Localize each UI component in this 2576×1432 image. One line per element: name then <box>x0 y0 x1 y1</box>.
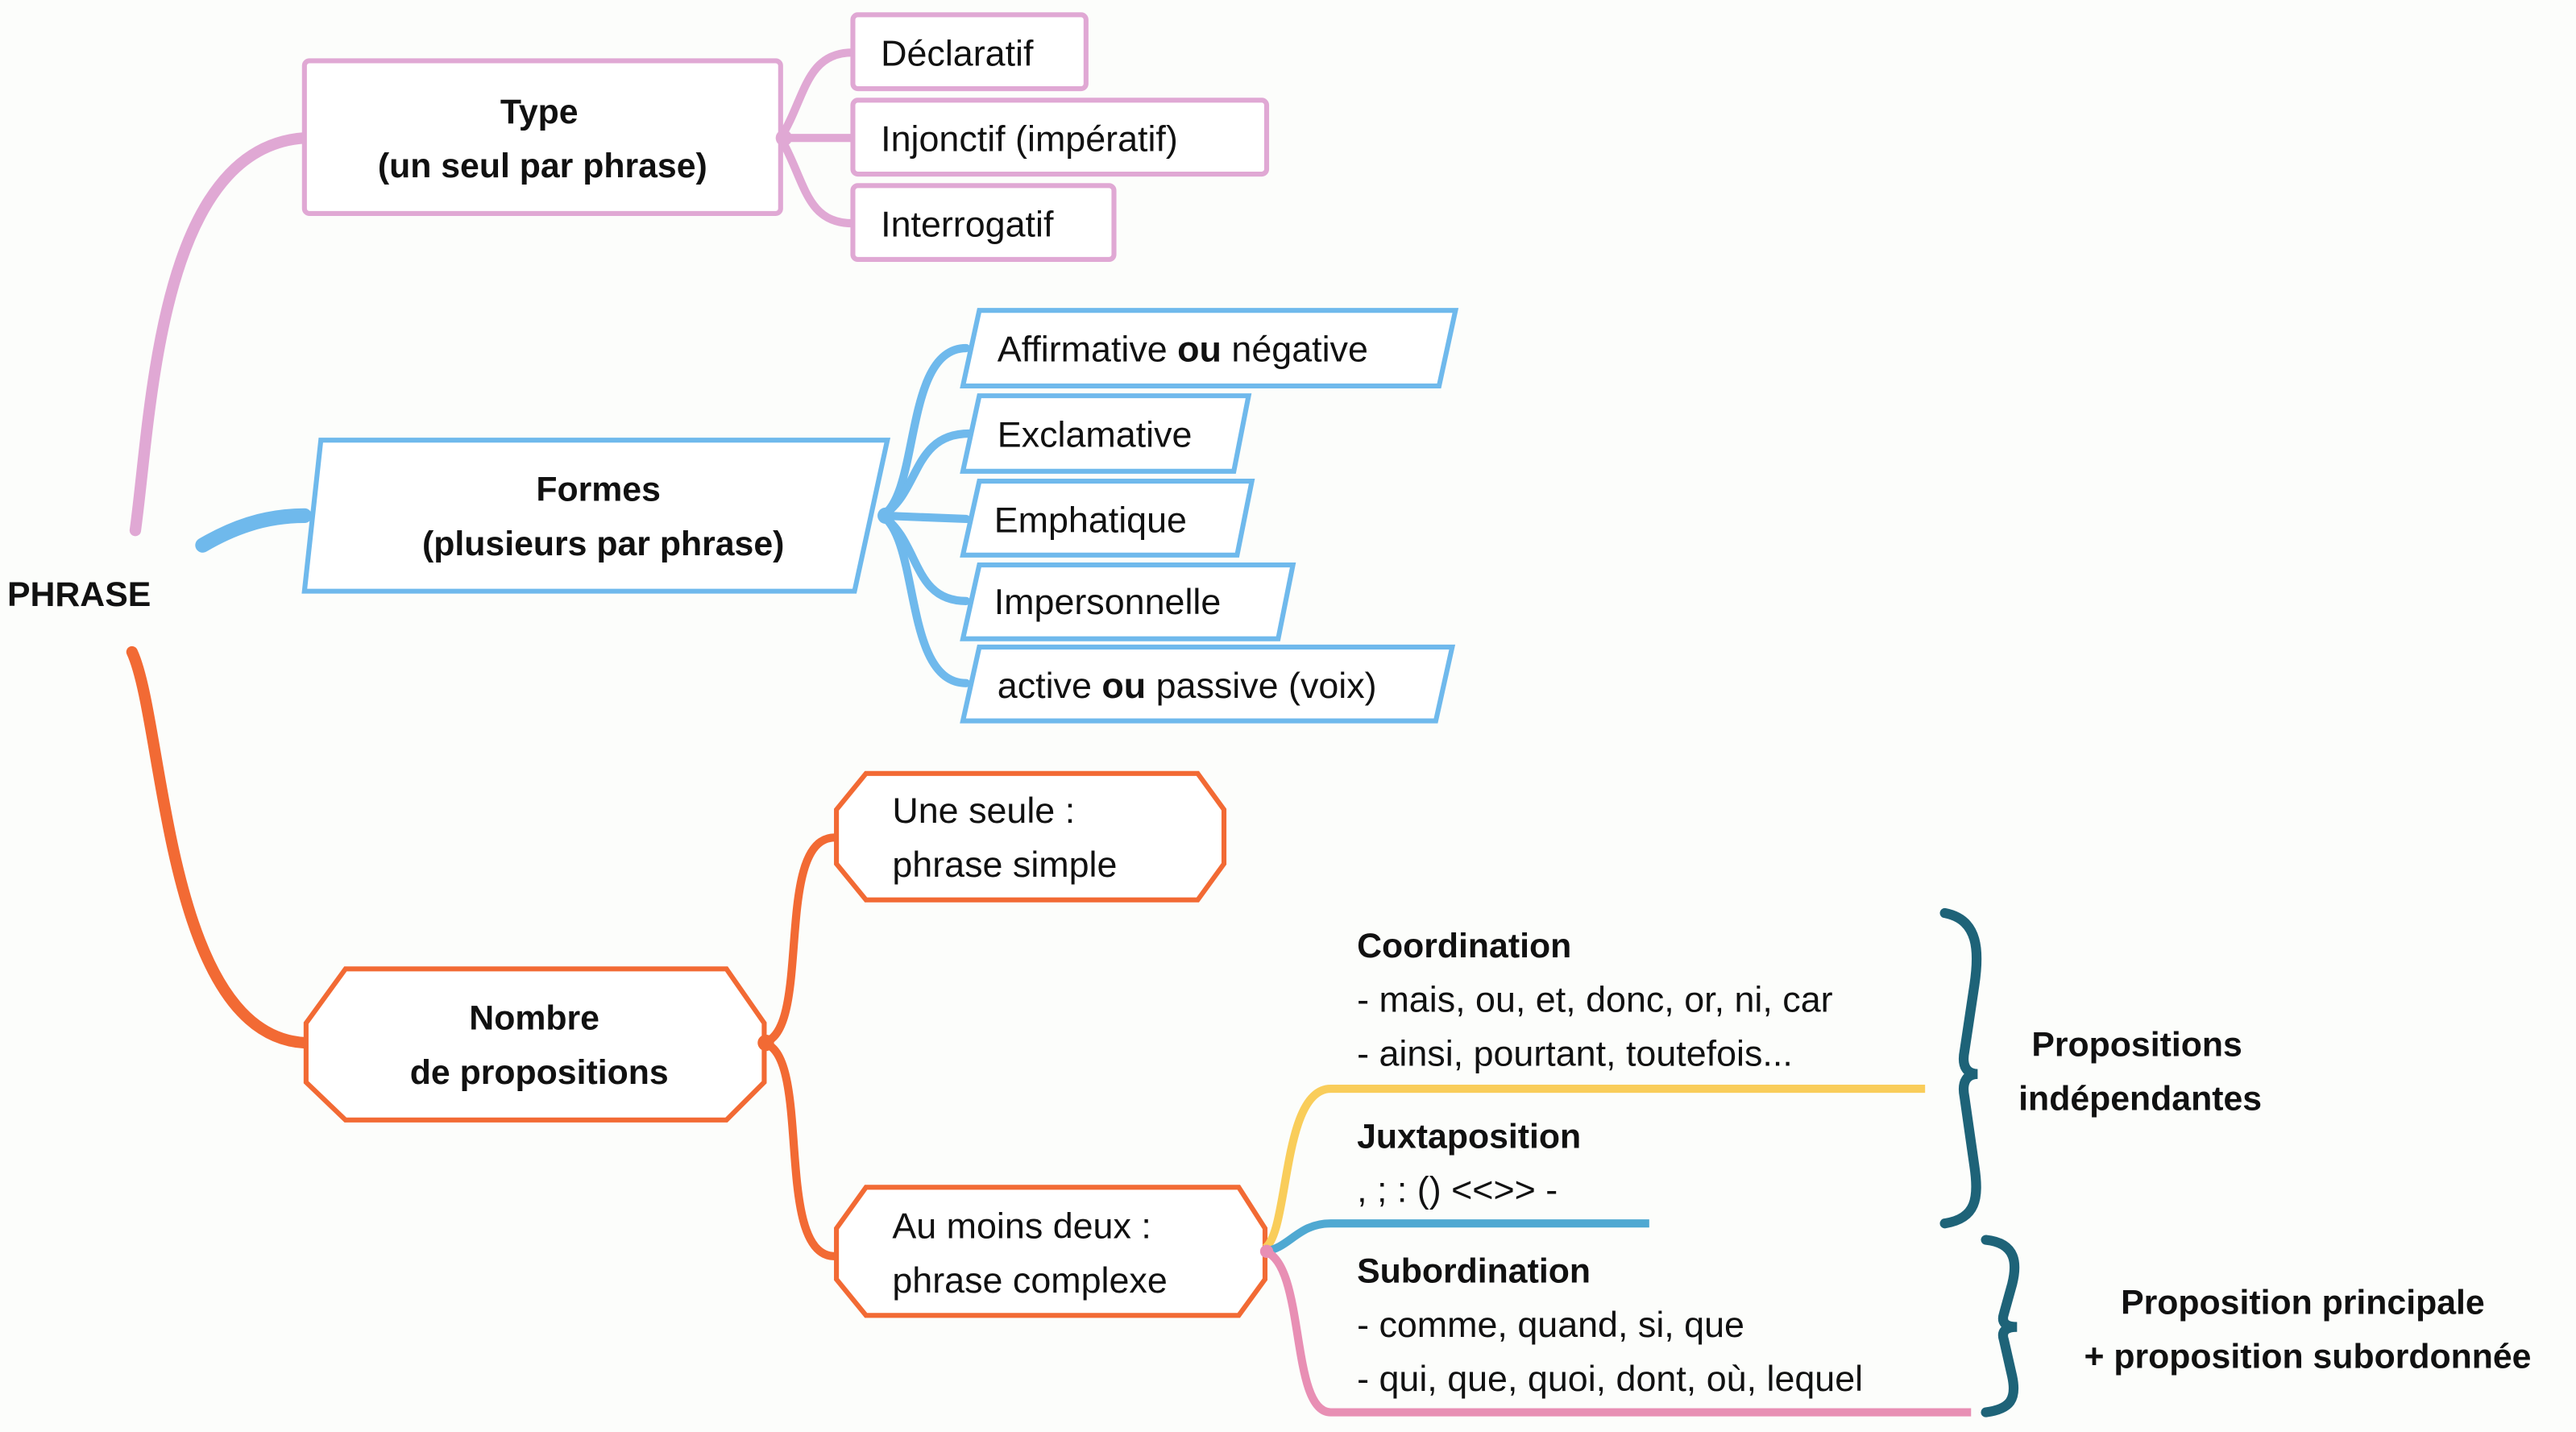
nombre-simple-line2: phrase simple <box>892 844 1117 885</box>
nombre-complexe-line1: Au moins deux : <box>892 1206 1151 1247</box>
formes-node[interactable] <box>301 438 891 594</box>
type-node[interactable] <box>301 58 783 216</box>
connector-root-formes <box>195 508 313 553</box>
connector-root-type <box>129 132 310 537</box>
formes-leaf-impersonnelle[interactable]: Impersonnelle <box>960 562 1296 641</box>
formes-leaf-affirmative-label: Affirmative ou négative <box>998 328 1368 369</box>
nombre-title-line1: Nombre <box>469 999 599 1038</box>
root-label: PHRASE <box>7 575 151 614</box>
result-independantes-line1: Propositions <box>2031 1025 2242 1064</box>
type-leaf-injonctif-label: Injonctif (impératif) <box>881 118 1178 159</box>
formes-leaf-exclamative[interactable]: Exclamative <box>960 393 1252 474</box>
formes-title-line1: Formes <box>536 471 661 509</box>
formes-leaf-active-passive[interactable]: active ou passive (voix) <box>960 644 1456 724</box>
mind-map: PHRASE Type (un seul par phrase) Déclara… <box>7 12 2532 1417</box>
nombre-simple-line1: Une seule : <box>892 790 1075 831</box>
type-title-line2: (un seul par phrase) <box>378 147 707 185</box>
nombre-complexe-line2: phrase complexe <box>892 1260 1167 1301</box>
nombre-node[interactable] <box>303 966 767 1123</box>
subordination-title: Subordination <box>1357 1252 1591 1291</box>
formes-connectors <box>878 343 974 687</box>
formes-leaf-impersonnelle-label: Impersonnelle <box>994 581 1222 622</box>
coordination-title: Coordination <box>1357 927 1571 965</box>
formes-title-line2: (plusieurs par phrase) <box>422 525 784 563</box>
type-leaf-declaratif-label: Déclaratif <box>881 33 1034 74</box>
brace-independantes-icon <box>1939 907 1982 1229</box>
nombre-title-line2: de propositions <box>410 1053 669 1092</box>
formes-leaf-affirmative[interactable]: Affirmative ou négative <box>960 308 1459 388</box>
coordination-line-1: - mais, ou, et, donc, or, ni, car <box>1357 978 1833 1019</box>
brace-principale-icon <box>1981 1235 2020 1417</box>
juxtaposition-line-1: , ; : () <<>> - <box>1357 1169 1558 1210</box>
subordination-line-2: - qui, que, quoi, dont, où, lequel <box>1357 1358 1863 1399</box>
result-principale-line2: + proposition subordonnée <box>2084 1338 2532 1376</box>
connector-juxtaposition <box>1263 1219 1649 1256</box>
formes-leaf-active-passive-label: active ou passive (voix) <box>998 665 1377 706</box>
formes-leaf-emphatique[interactable]: Emphatique <box>960 479 1255 558</box>
type-leaf-interrogatif-label: Interrogatif <box>881 203 1054 244</box>
formes-leaf-exclamative-label: Exclamative <box>998 413 1193 455</box>
result-principale-line1: Proposition principale <box>2121 1283 2485 1322</box>
type-title-line1: Type <box>500 93 579 131</box>
formes-leaf-emphatique-label: Emphatique <box>994 499 1187 540</box>
coordination-line-2: - ainsi, pourtant, toutefois... <box>1357 1033 1793 1074</box>
result-independantes-line2: indépendantes <box>2018 1080 2262 1119</box>
nombre-connectors <box>758 833 840 1261</box>
subordination-line-1: - comme, quand, si, que <box>1357 1304 1744 1345</box>
connector-root-nombre <box>126 645 310 1049</box>
juxtaposition-title: Juxtaposition <box>1357 1117 1581 1156</box>
